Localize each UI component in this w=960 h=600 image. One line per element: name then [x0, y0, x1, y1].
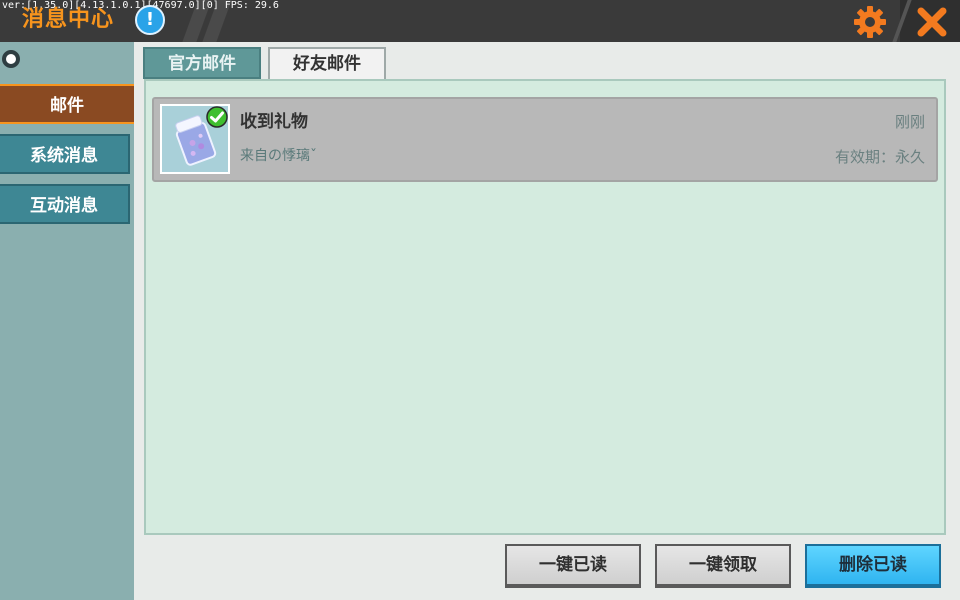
mail-expiry: 有效期：永久: [834, 148, 925, 166]
mail-title: 收到礼物: [240, 112, 308, 132]
sidebar-item-mail[interactable]: 邮件: [0, 84, 136, 124]
page-title: 消息中心: [22, 7, 115, 32]
gear-icon[interactable]: [852, 4, 888, 40]
close-icon[interactable]: [914, 4, 950, 40]
sidebar-indicator-icon: [2, 50, 20, 68]
delete-read-button[interactable]: 删除已读: [805, 544, 941, 588]
sidebar-item-system-messages[interactable]: 系统消息: [0, 134, 130, 174]
tab-official-mail[interactable]: 官方邮件: [143, 47, 261, 79]
mail-sender: 来自の悸璃ˇ: [240, 148, 317, 164]
check-icon: [206, 106, 228, 128]
read-all-button[interactable]: 一键已读: [505, 544, 641, 588]
claim-all-button[interactable]: 一键领取: [655, 544, 791, 588]
info-icon[interactable]: !: [135, 5, 165, 35]
mail-time: 刚刚: [894, 113, 925, 131]
tab-friend-mail[interactable]: 好友邮件: [268, 47, 386, 81]
sidebar-item-interaction-messages[interactable]: 互动消息: [0, 184, 130, 224]
mail-item[interactable]: [152, 97, 938, 182]
